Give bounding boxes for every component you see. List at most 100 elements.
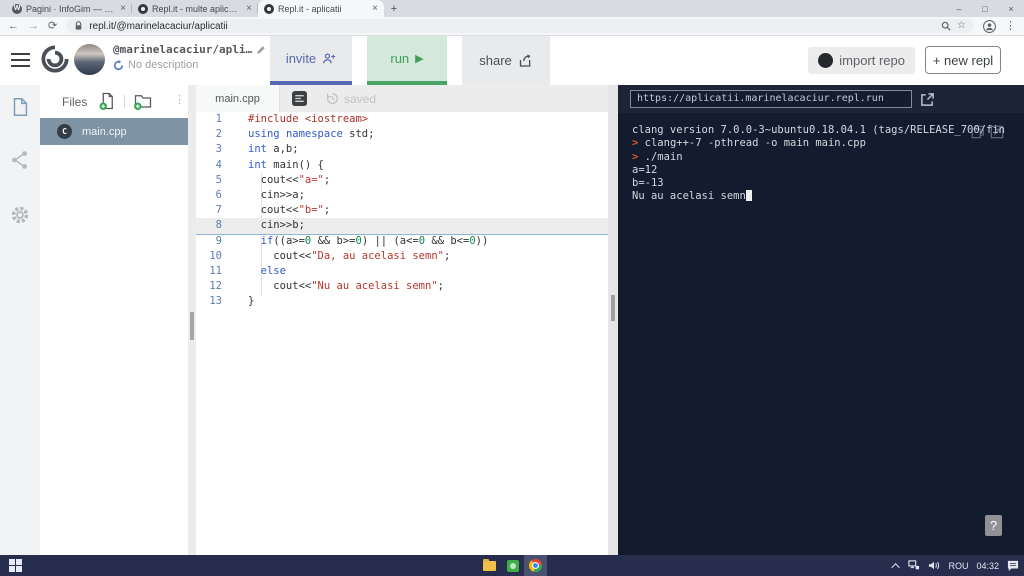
code-line[interactable]: 3 int a,b; [196,142,608,157]
console-text: b=-13 [632,177,664,190]
close-icon[interactable]: × [120,3,126,14]
browser-tab-replit-other[interactable]: Repl.it - multe aplicatii in C++ × [132,0,258,17]
popout-icon[interactable] [990,125,1004,139]
code-line[interactable]: 6 cin>>a; [196,188,608,203]
browser-window: W Pagini · InfoGim — WordPress.co × Repl… [0,0,1024,576]
editor-scrollbar[interactable] [608,85,618,555]
forward-icon[interactable]: → [28,20,39,32]
code-text: cout<<"Nu au acelasi semn"; [248,280,444,293]
close-icon[interactable]: × [372,3,378,14]
code-text: cin>>a; [248,188,305,201]
code-line[interactable]: 7 cout<<"b="; [196,203,608,218]
code-area[interactable]: 1 #include <iostream> 2 using namespace std… [196,112,608,555]
editor-tab-bar: main.cpp saved [196,85,608,112]
save-status-label: saved [344,91,377,106]
cpp-file-icon: C [57,124,72,139]
console-output[interactable]: clang version 7.0.0-3~ubuntu0.18.04.1 (t… [618,113,1024,555]
close-window-button[interactable]: × [998,0,1024,17]
code-line[interactable]: 10 cout<<"Da, au acelasi semn"; [196,249,608,264]
code-line[interactable]: 4 int main() { [196,158,608,173]
new-tab-button[interactable]: + [384,0,404,17]
console-text: a=12 [632,163,658,176]
add-file-icon[interactable] [98,92,116,110]
cycle-icon [113,59,124,71]
reload-icon[interactable]: ⟳ [48,20,57,32]
code-line[interactable]: 12 cout<<"Nu au acelasi semn"; [196,279,608,294]
add-folder-icon[interactable] [133,92,153,110]
left-icon-rail [0,85,40,555]
files-rail-icon[interactable] [9,96,31,118]
console-hover-tools [971,125,1004,139]
console-text: Nu au acelasi semn [632,190,746,203]
run-button[interactable]: run ▶ [367,36,447,85]
code-line[interactable]: 13} [196,294,608,309]
replit-icon [138,3,148,14]
code-line[interactable]: 1 #include <iostream> [196,112,608,127]
file-explorer-icon[interactable] [478,555,501,576]
address-bar[interactable]: repl.it/@marinelacaciur/aplicatii ☆ [66,19,974,33]
code-line[interactable]: 2 using namespace std; [196,127,608,142]
console-line: Nu au acelasi semn [632,190,1012,203]
language-indicator[interactable]: ROU [948,561,968,571]
start-button-icon[interactable] [9,559,22,572]
code-line[interactable]: 8 cin>>b; [196,218,608,234]
console-text: clang++-7 -pthread -o main main.cpp [644,137,866,150]
action-center-icon[interactable] [1007,560,1019,571]
code-line[interactable]: 5 cout<<"a="; [196,173,608,188]
editor-tab-label: main.cpp [215,92,260,105]
back-icon[interactable]: ← [8,20,19,32]
help-button[interactable]: ? [985,515,1002,536]
minimize-button[interactable]: – [946,0,972,17]
import-repo-button[interactable]: import repo [808,47,915,74]
console-text: clang version 7.0.0-3~ubuntu0.18.04.1 (t… [632,124,1005,136]
maximize-button[interactable]: □ [972,0,998,17]
avatar[interactable] [74,44,105,75]
edit-pencil-icon[interactable] [256,45,266,55]
scrollbar-thumb[interactable] [190,312,194,340]
code-text: int main() { [248,158,324,171]
replit-header: @marinelacaciur/apli… No description inv… [0,36,1024,85]
settings-gear-icon[interactable] [9,204,31,226]
editor-tab-main-cpp[interactable]: main.cpp [196,85,280,112]
tray-expand-icon[interactable] [891,562,901,572]
file-item-main-cpp[interactable]: C main.cpp [40,118,188,145]
network-icon[interactable] [908,560,920,571]
repl-title: @marinelacaciur/apli… [113,43,253,56]
copy-icon[interactable] [971,125,985,139]
line-number: 10 [209,249,222,262]
browser-tab-wordpress[interactable]: W Pagini · InfoGim — WordPress.co × [6,0,132,17]
volume-icon[interactable] [928,560,940,571]
tab-title: Repl.it - multe aplicatii in C++ [152,3,242,14]
version-control-icon[interactable] [9,149,31,171]
code-line[interactable]: 11 else [196,264,608,279]
close-icon[interactable]: × [246,3,252,14]
line-number: 9 [215,234,222,247]
console-line: clang version 7.0.0-3~ubuntu0.18.04.1 (t… [632,124,1012,137]
play-icon: ▶ [415,53,424,65]
browser-menu-icon[interactable]: ⋮ [1005,20,1016,32]
open-in-new-icon[interactable] [920,92,935,107]
photos-app-icon[interactable] [501,555,524,576]
repl-url-input[interactable]: https://aplicatii.marinelacaciur.repl.ru… [630,90,912,108]
share-button[interactable]: share [462,36,550,85]
format-code-icon[interactable] [292,91,307,106]
add-person-icon [322,52,336,65]
console-panel: https://aplicatii.marinelacaciur.repl.ru… [618,85,1024,555]
clock[interactable]: 04:32 [976,561,999,571]
panel-scrollbar[interactable] [188,85,196,555]
hamburger-menu-icon[interactable] [11,53,30,71]
profile-icon[interactable] [983,19,996,33]
files-menu-icon[interactable]: ⋮ [174,93,185,106]
zoom-icon[interactable] [941,21,951,31]
code-line[interactable]: 9 if((a>=0 && b>=0) || (a<=0 && b<=0)) [196,234,608,249]
scrollbar-thumb[interactable] [611,295,615,321]
invite-button[interactable]: invite [270,36,352,85]
code-text: #include <iostream> [248,113,369,125]
browser-tab-active[interactable]: Repl.it - aplicatii × [258,0,384,17]
bookmark-star-icon[interactable]: ☆ [957,21,966,31]
replit-icon [264,3,274,14]
chrome-icon[interactable] [524,555,547,576]
replit-logo[interactable] [41,45,69,73]
console-header: https://aplicatii.marinelacaciur.repl.ru… [618,85,1024,113]
new-repl-button[interactable]: + new repl [925,46,1001,74]
